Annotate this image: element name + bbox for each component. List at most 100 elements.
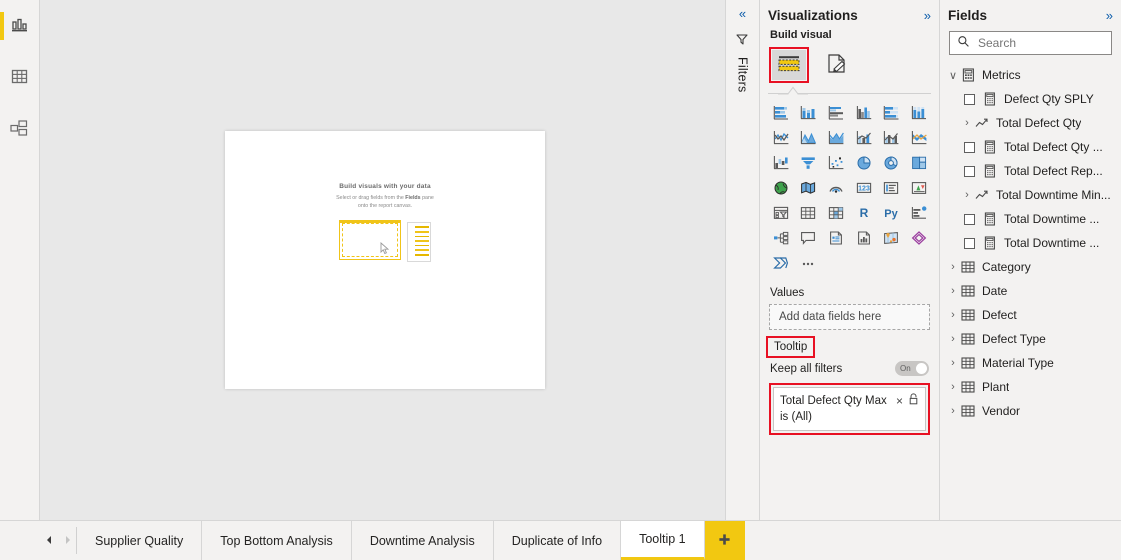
line-and-clustered-column-chart-icon[interactable]: [879, 127, 905, 148]
filter-card-remove-icon[interactable]: ×: [896, 394, 903, 408]
field-checkbox[interactable]: [964, 237, 975, 249]
chevron-down-icon[interactable]: ∨: [946, 69, 960, 82]
decomposition-tree-icon[interactable]: [768, 227, 794, 248]
values-drop-zone[interactable]: Add data fields here: [769, 304, 930, 330]
chevron-right-icon[interactable]: ›: [946, 285, 960, 297]
azure-map-icon[interactable]: [823, 177, 849, 198]
field-row-total-defect-qty[interactable]: › Total Defect Qty: [946, 111, 1117, 135]
map-icon[interactable]: [768, 177, 794, 198]
field-row-material-type[interactable]: › Material Type: [946, 351, 1117, 375]
tab-next-button[interactable]: [58, 521, 76, 560]
format-visual-tab[interactable]: [822, 50, 852, 80]
report-page[interactable]: Build visuals with your data Select or d…: [225, 131, 545, 389]
field-row-date[interactable]: › Date: [946, 279, 1117, 303]
report-canvas-area[interactable]: Build visuals with your data Select or d…: [40, 0, 726, 520]
power-apps-icon[interactable]: [906, 227, 932, 248]
area-chart-icon[interactable]: [796, 127, 822, 148]
tabbar-right-gutter: [745, 521, 1121, 560]
clustered-bar-chart-icon[interactable]: [823, 102, 849, 123]
r-script-visual-icon[interactable]: R: [851, 202, 877, 223]
field-row-vendor[interactable]: › Vendor: [946, 399, 1117, 423]
table-icon: [960, 309, 976, 321]
fields-expand-icon[interactable]: »: [1106, 9, 1113, 22]
data-view-button[interactable]: [0, 58, 40, 98]
tooltip-filter-card[interactable]: Total Defect Qty Max × is (All): [773, 387, 926, 431]
chevron-right-icon[interactable]: ›: [946, 381, 960, 393]
clustered-column-chart-icon[interactable]: [851, 102, 877, 123]
report-view-button[interactable]: [0, 6, 40, 46]
visualizations-expand-icon[interactable]: »: [924, 9, 931, 22]
narrative-icon[interactable]: [823, 227, 849, 248]
field-checkbox[interactable]: [964, 93, 975, 105]
toggle-knob: [916, 363, 927, 374]
stacked-column-chart-icon[interactable]: [796, 102, 822, 123]
matrix-icon[interactable]: [823, 202, 849, 223]
field-row-category[interactable]: › Category: [946, 255, 1117, 279]
line-chart-icon[interactable]: [768, 127, 794, 148]
paginated-report-icon[interactable]: [851, 227, 877, 248]
field-row-total-downtime-2[interactable]: Total Downtime ...: [946, 231, 1117, 255]
field-row-defect-type[interactable]: › Defect Type: [946, 327, 1117, 351]
chevron-right-icon[interactable]: ›: [946, 309, 960, 321]
100-stacked-column-chart-icon[interactable]: [906, 102, 932, 123]
chevron-right-icon[interactable]: ›: [946, 261, 960, 273]
chevron-right-icon[interactable]: ›: [960, 189, 974, 201]
scatter-chart-icon[interactable]: [823, 152, 849, 173]
keep-all-filters-toggle[interactable]: On: [895, 361, 929, 376]
more-options-icon[interactable]: [796, 252, 822, 273]
page-tab-duplicate-of-info[interactable]: Duplicate of Info: [494, 521, 622, 560]
model-view-button[interactable]: [0, 110, 40, 150]
treemap-icon[interactable]: [906, 152, 932, 173]
chevron-right-icon[interactable]: ›: [946, 333, 960, 345]
visualizations-pane: Visualizations » Build visual 123 R Py V…: [760, 0, 940, 520]
page-tab-downtime-analysis[interactable]: Downtime Analysis: [352, 521, 494, 560]
measure-icon: [982, 92, 998, 106]
stacked-bar-chart-icon[interactable]: [768, 102, 794, 123]
search-input[interactable]: [976, 35, 1100, 51]
q-and-a-icon[interactable]: [796, 227, 822, 248]
field-row-total-downtime-1[interactable]: Total Downtime ...: [946, 207, 1117, 231]
field-checkbox[interactable]: [964, 213, 975, 225]
donut-chart-icon[interactable]: [879, 152, 905, 173]
multi-row-card-icon[interactable]: [879, 177, 905, 198]
table-visual-icon[interactable]: [796, 202, 822, 223]
field-row-total-defect-rep[interactable]: Total Defect Rep...: [946, 159, 1117, 183]
field-checkbox[interactable]: [964, 141, 975, 153]
waterfall-chart-icon[interactable]: [768, 152, 794, 173]
field-row-total-defect-qty-measure[interactable]: Total Defect Qty ...: [946, 135, 1117, 159]
filters-collapse-icon[interactable]: «: [739, 7, 746, 20]
lock-icon[interactable]: [908, 393, 919, 408]
field-checkbox[interactable]: [964, 165, 975, 177]
add-page-button[interactable]: [704, 521, 745, 560]
slicer-icon[interactable]: [768, 202, 794, 223]
field-row-total-downtime-min[interactable]: › Total Downtime Min...: [946, 183, 1117, 207]
chevron-right-icon[interactable]: ›: [960, 117, 974, 129]
ribbon-chart-icon[interactable]: [906, 127, 932, 148]
pie-chart-icon[interactable]: [851, 152, 877, 173]
field-row-defect-qty-sply[interactable]: Defect Qty SPLY: [946, 87, 1117, 111]
arcgis-map-icon[interactable]: [879, 227, 905, 248]
page-tab-supplier-quality[interactable]: Supplier Quality: [77, 521, 203, 560]
filled-map-icon[interactable]: [796, 177, 822, 198]
chevron-right-icon[interactable]: ›: [946, 405, 960, 417]
filter-funnel-icon[interactable]: [735, 32, 750, 50]
fields-search-box[interactable]: [949, 31, 1112, 55]
page-tab-top-bottom-analysis[interactable]: Top Bottom Analysis: [202, 521, 352, 560]
card-icon[interactable]: 123: [851, 177, 877, 198]
line-and-stacked-column-chart-icon[interactable]: [851, 127, 877, 148]
filters-pane-collapsed[interactable]: « Filters: [726, 0, 760, 520]
field-row-defect[interactable]: › Defect: [946, 303, 1117, 327]
funnel-chart-icon[interactable]: [796, 152, 822, 173]
field-row-metrics[interactable]: ∨ Metrics: [946, 63, 1117, 87]
kpi-icon[interactable]: [906, 177, 932, 198]
chevron-right-icon[interactable]: ›: [946, 357, 960, 369]
field-row-plant[interactable]: › Plant: [946, 375, 1117, 399]
python-visual-icon[interactable]: Py: [879, 202, 905, 223]
build-visual-tab[interactable]: [769, 47, 809, 83]
tab-prev-button[interactable]: [40, 521, 58, 560]
key-influencers-icon[interactable]: [906, 202, 932, 223]
stacked-area-chart-icon[interactable]: [823, 127, 849, 148]
power-automate-icon[interactable]: [768, 252, 794, 273]
100-stacked-bar-chart-icon[interactable]: [879, 102, 905, 123]
page-tab-tooltip-1[interactable]: Tooltip 1: [621, 521, 705, 560]
